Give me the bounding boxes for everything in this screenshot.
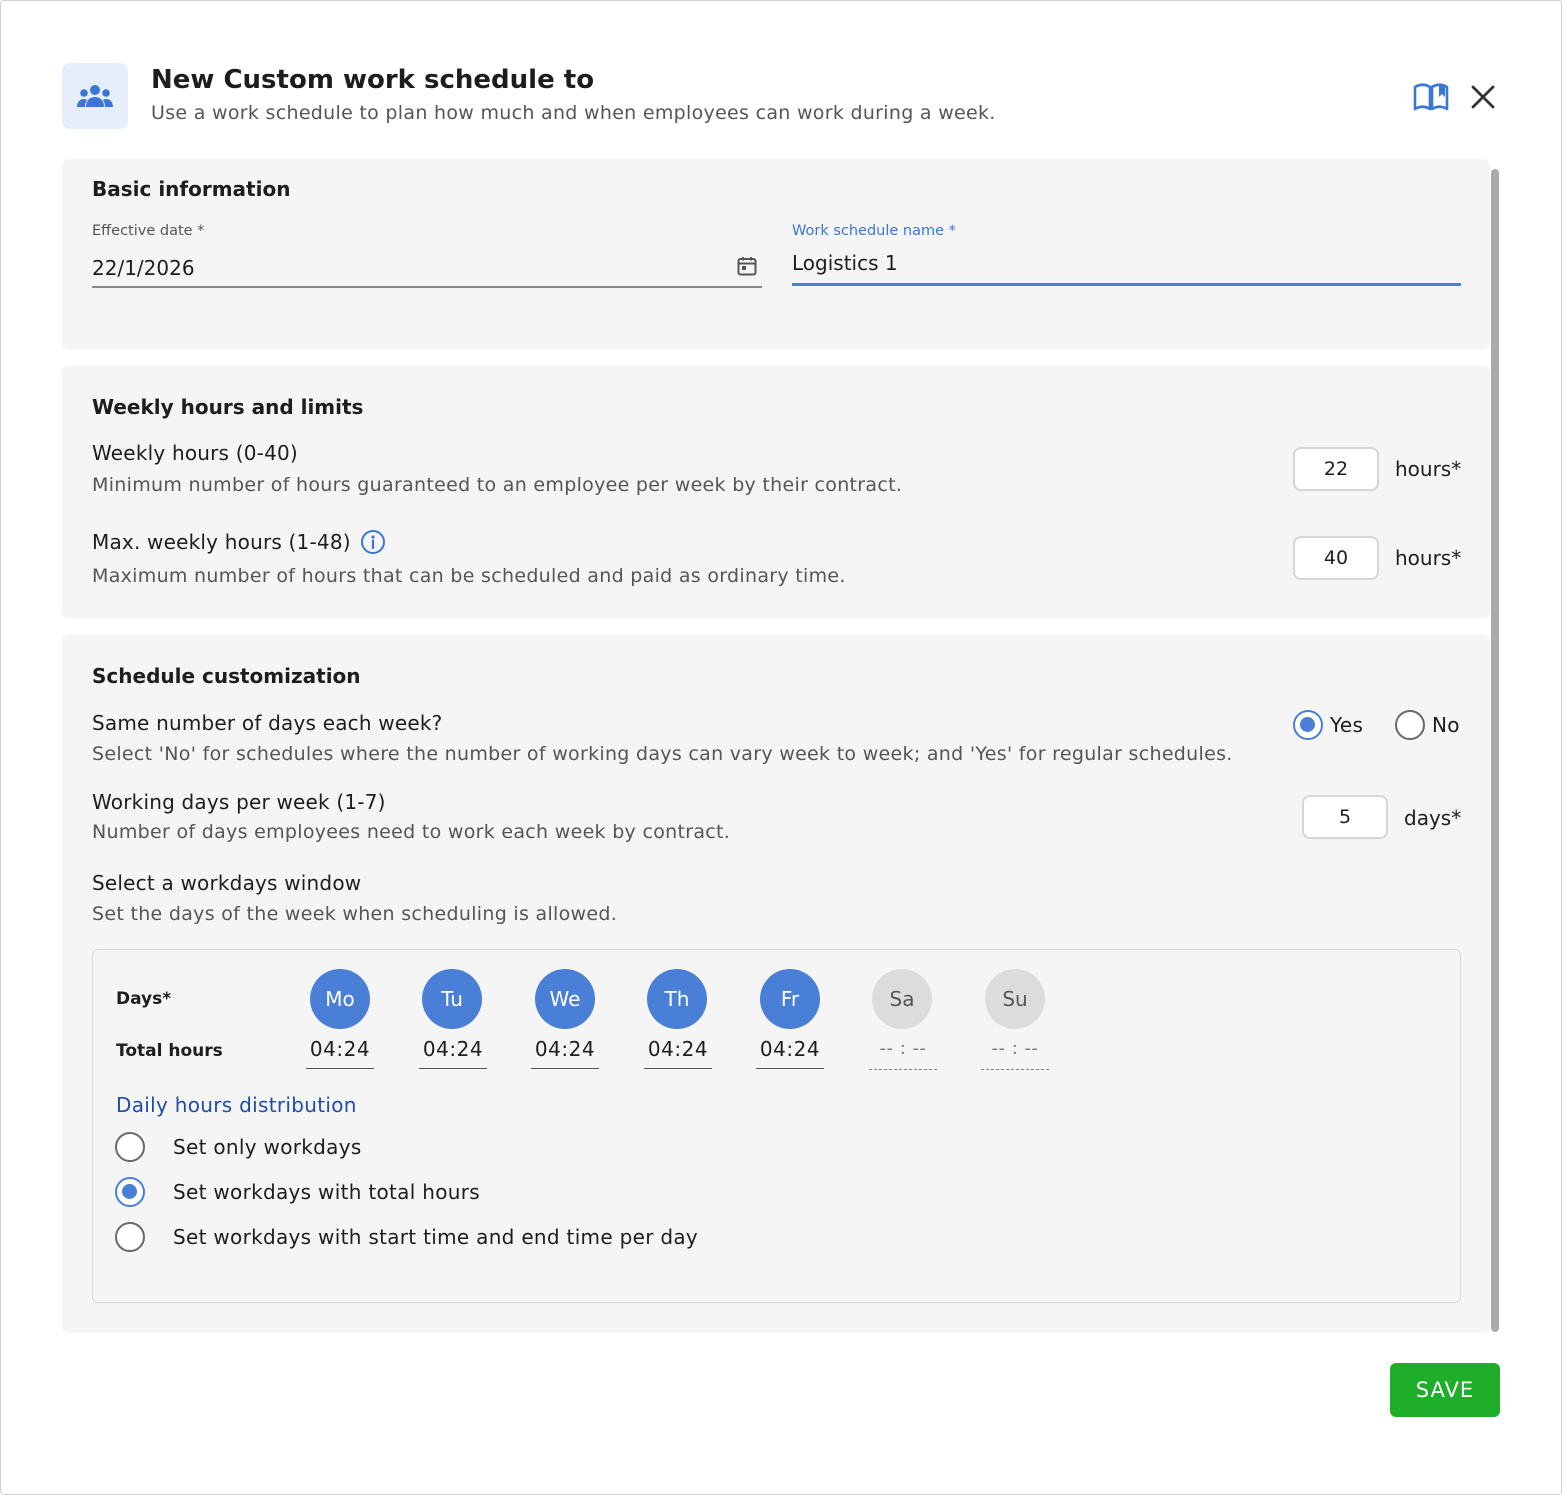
max-hours-unit: hours* [1395,546,1462,570]
hours-input-tu[interactable]: 04:24 [419,1037,487,1069]
day-toggle-mo[interactable]: Mo [310,969,370,1029]
distribution-option-label[interactable]: Set only workdays [173,1135,362,1159]
day-toggle-fr[interactable]: Fr [760,969,820,1029]
same-days-yes-radio[interactable] [1293,710,1323,740]
working-days-unit: days* [1404,806,1462,830]
distribution-option-label[interactable]: Set workdays with start time and end tim… [173,1225,698,1249]
total-hours-label: Total hours [116,1041,223,1061]
close-icon[interactable] [1467,81,1499,113]
same-days-title: Same number of days each week? [92,711,443,735]
dialog-subtitle: Use a work schedule to plan how much and… [151,102,996,124]
working-days-title: Working days per week (1-7) [92,790,386,814]
weekly-hours-title: Weekly hours (0-40) [92,441,298,465]
same-days-desc: Select 'No' for schedules where the numb… [92,743,1233,765]
people-group-icon [62,63,128,129]
scrollbar-thumb[interactable] [1491,169,1499,1332]
effective-date-label: Effective date * [92,223,205,239]
save-button[interactable]: SAVE [1390,1363,1500,1417]
weekly-hours-section: Weekly hours and limits Weekly hours (0-… [62,366,1490,618]
book-icon[interactable] [1411,81,1451,113]
distribution-radio-total-hours[interactable] [115,1177,145,1207]
same-days-no-radio[interactable] [1395,710,1425,740]
hours-input-fr[interactable]: 04:24 [756,1037,824,1069]
weekly-hours-unit: hours* [1395,457,1462,481]
weekly-hours-input[interactable]: 22 [1293,447,1379,491]
working-days-desc: Number of days employees need to work ea… [92,821,731,843]
schedule-customization-section: Schedule customization Same number of da… [62,634,1490,1333]
day-toggle-we[interactable]: We [535,969,595,1029]
basic-information-section: Basic information Effective date * 22/1/… [62,159,1490,350]
info-icon[interactable] [360,529,386,555]
section-title: Schedule customization [92,664,361,688]
same-days-yes-label[interactable]: Yes [1330,713,1363,737]
schedule-name-underline [792,283,1461,286]
weekly-hours-desc: Minimum number of hours guaranteed to an… [92,474,903,496]
workdays-window-title: Select a workdays window [92,871,362,895]
max-hours-title: Max. weekly hours (1-48) [92,530,351,554]
max-hours-desc: Maximum number of hours that can be sche… [92,565,846,587]
distribution-title: Daily hours distribution [116,1093,357,1117]
schedule-name-label: Work schedule name * [792,223,956,239]
hours-input-th[interactable]: 04:24 [644,1037,712,1069]
workdays-window-box: Days* Total hours Mo Tu We Th Fr Sa Su 0… [92,949,1461,1303]
distribution-radio-start-end[interactable] [115,1222,145,1252]
days-label: Days* [116,989,172,1009]
day-toggle-su[interactable]: Su [985,969,1045,1029]
distribution-option-label[interactable]: Set workdays with total hours [173,1180,480,1204]
same-days-no-label[interactable]: No [1432,713,1460,737]
calendar-icon[interactable] [736,255,758,277]
hours-input-mo[interactable]: 04:24 [306,1037,374,1069]
hours-input-sa[interactable]: -- : -- [869,1038,937,1070]
section-title: Basic information [92,177,291,201]
day-toggle-th[interactable]: Th [647,969,707,1029]
day-toggle-sa[interactable]: Sa [872,969,932,1029]
hours-input-su[interactable]: -- : -- [981,1038,1049,1070]
max-hours-input[interactable]: 40 [1293,536,1379,580]
dialog-title: New Custom work schedule to [151,65,595,95]
section-title: Weekly hours and limits [92,395,364,419]
hours-input-we[interactable]: 04:24 [531,1037,599,1069]
distribution-radio-only-workdays[interactable] [115,1132,145,1162]
workdays-window-desc: Set the days of the week when scheduling… [92,903,618,925]
day-toggle-tu[interactable]: Tu [422,969,482,1029]
schedule-name-input[interactable]: Logistics 1 [792,251,898,275]
effective-date-underline [92,286,762,288]
working-days-input[interactable]: 5 [1302,795,1388,839]
work-schedule-dialog: New Custom work schedule to Use a work s… [0,0,1562,1495]
effective-date-input[interactable]: 22/1/2026 [92,256,195,280]
